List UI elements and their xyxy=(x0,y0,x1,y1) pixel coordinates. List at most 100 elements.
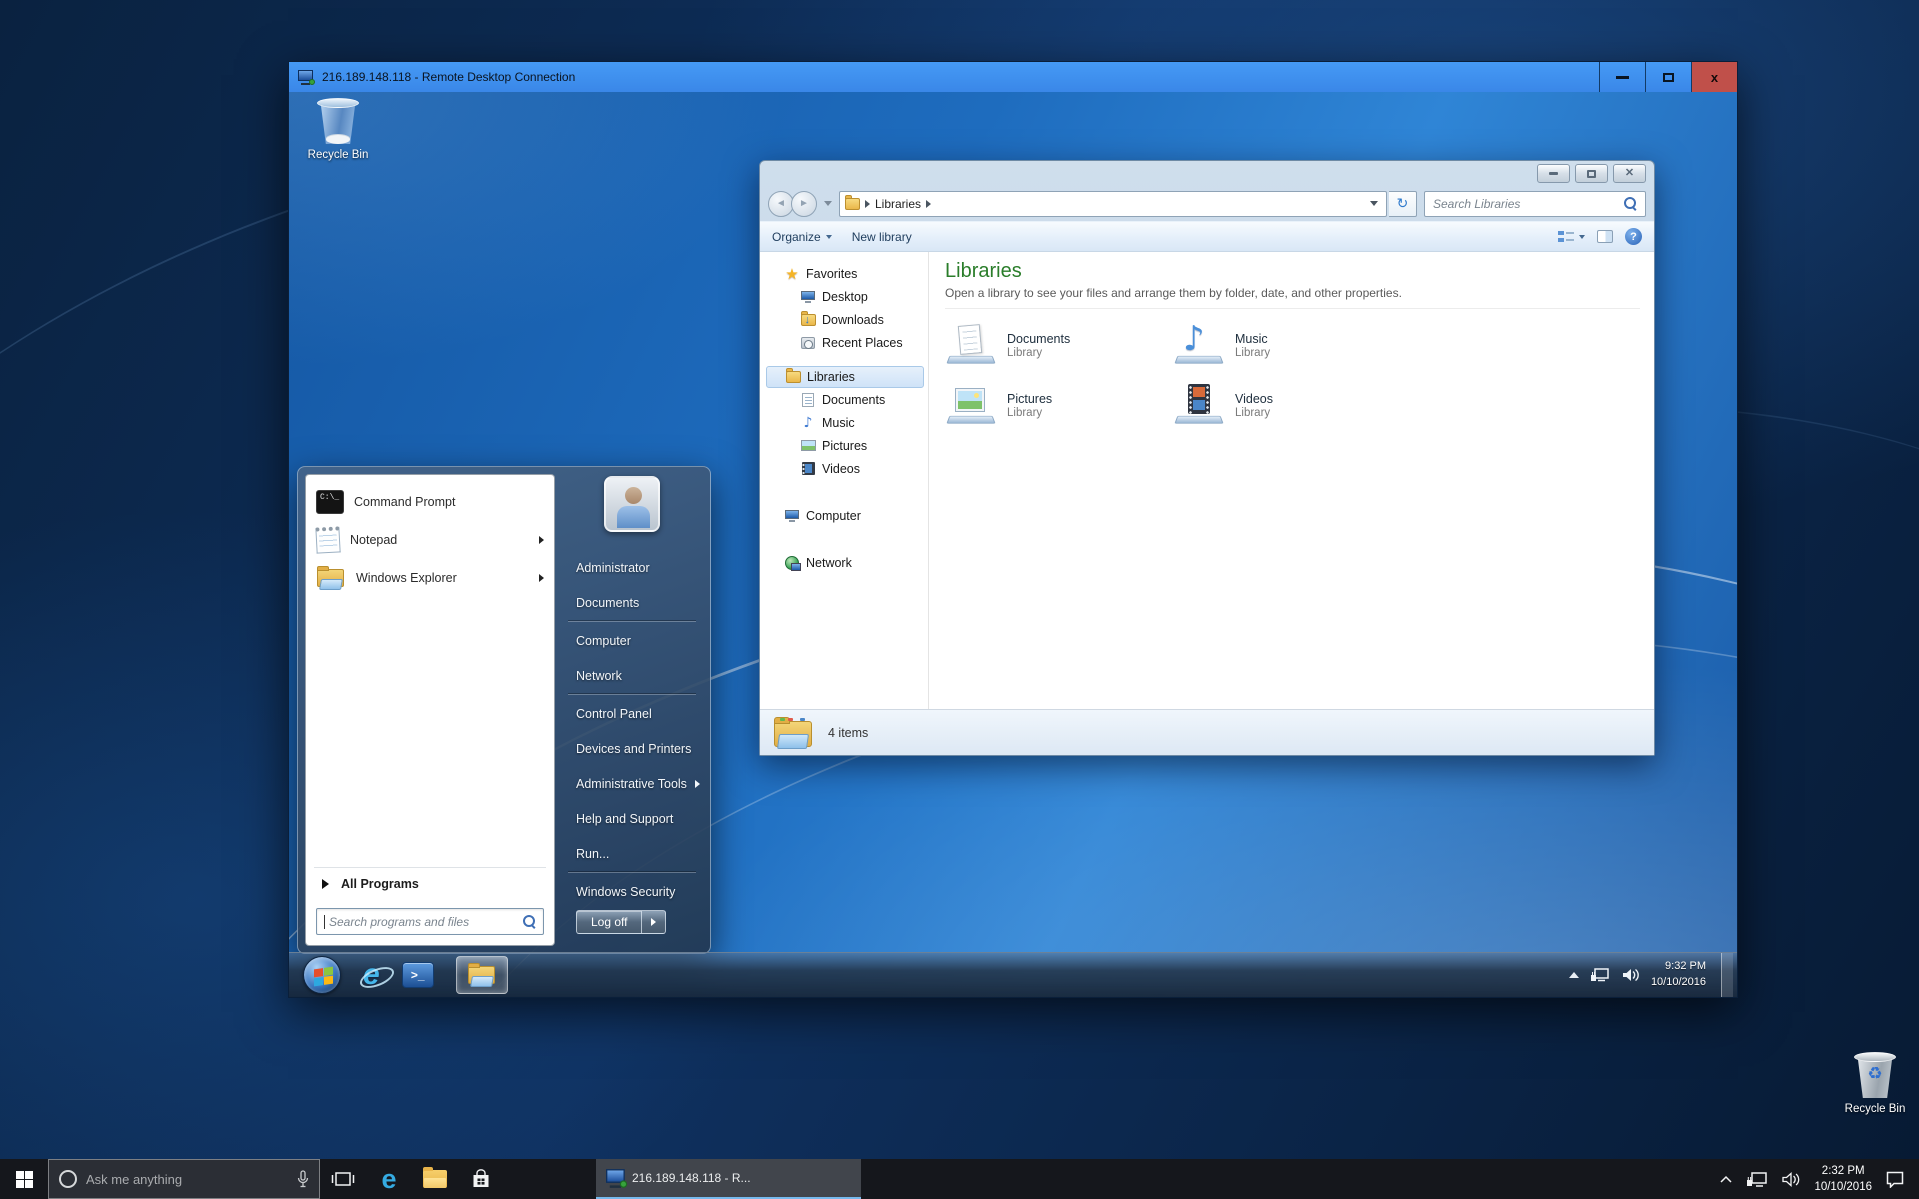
all-programs-arrow-icon xyxy=(322,879,329,889)
show-hidden-icons-button[interactable] xyxy=(1569,972,1579,978)
start-item-windows-explorer[interactable]: Windows Explorer xyxy=(306,559,554,597)
rdp-minimize-button[interactable] xyxy=(1599,62,1645,92)
explorer-minimize-button[interactable] xyxy=(1537,164,1570,183)
explorer-close-button[interactable]: ✕ xyxy=(1613,164,1646,183)
start-item-control-panel[interactable]: Control Panel xyxy=(562,696,702,731)
user-avatar[interactable] xyxy=(604,476,660,532)
organize-menu[interactable]: Organize xyxy=(772,230,832,244)
menu-divider xyxy=(568,872,696,873)
rdp-close-button[interactable]: x xyxy=(1691,62,1737,92)
volume-tray-icon[interactable] xyxy=(1781,1171,1801,1188)
start-item-documents[interactable]: Documents xyxy=(562,585,702,620)
sidebar-item-pictures[interactable]: Pictures xyxy=(766,434,924,457)
item-count: 4 items xyxy=(828,726,868,740)
hidden-icons-chevron[interactable] xyxy=(1719,1175,1733,1184)
start-item-windows-security[interactable]: Windows Security xyxy=(562,874,702,909)
refresh-icon: ↻ xyxy=(1397,197,1409,211)
library-item-music[interactable]: ♪ MusicLibrary xyxy=(1173,323,1401,367)
rdp-titlebar[interactable]: 216.189.148.118 - Remote Desktop Connect… xyxy=(289,62,1737,92)
address-bar[interactable]: Libraries xyxy=(839,191,1387,217)
new-library-button[interactable]: New library xyxy=(852,230,912,244)
rdp-maximize-button[interactable] xyxy=(1645,62,1691,92)
win7-clock[interactable]: 9:32 PM 10/10/2016 xyxy=(1651,959,1710,991)
start-item-administrative-tools[interactable]: Administrative Tools xyxy=(562,766,702,801)
library-item-documents[interactable]: DocumentsLibrary xyxy=(945,323,1173,367)
rdp-window: 216.189.148.118 - Remote Desktop Connect… xyxy=(288,61,1738,998)
rdp-taskbar-button-active[interactable]: 216.189.148.118 - R... xyxy=(596,1159,861,1199)
win10-clock[interactable]: 2:32 PM 10/10/2016 xyxy=(1814,1163,1872,1195)
sidebar-item-favorites[interactable]: ★ Favorites xyxy=(766,262,924,285)
file-explorer-taskbar-button[interactable] xyxy=(412,1159,458,1199)
sidebar-item-videos[interactable]: Videos xyxy=(766,457,924,480)
menu-divider xyxy=(568,694,696,695)
win10-recycle-bin[interactable]: ♻ Recycle Bin xyxy=(1832,1052,1918,1115)
windows-explorer-icon xyxy=(316,566,346,590)
task-view-button[interactable] xyxy=(320,1159,366,1199)
sidebar-item-network[interactable]: Network xyxy=(766,551,924,574)
forward-button[interactable]: ► xyxy=(791,191,817,217)
sidebar-item-recent-places[interactable]: Recent Places xyxy=(766,331,924,354)
preview-pane-button[interactable] xyxy=(1597,230,1613,243)
start-item-run[interactable]: Run... xyxy=(562,836,702,871)
views-icon xyxy=(1558,230,1574,244)
edge-taskbar-button[interactable]: e xyxy=(366,1159,412,1199)
music-note-icon: ♪ xyxy=(800,415,816,431)
sidebar-item-libraries[interactable]: Libraries xyxy=(766,366,924,388)
log-off-options-button[interactable] xyxy=(642,910,666,934)
maximize-icon xyxy=(1663,73,1674,82)
network-globe-icon xyxy=(784,555,800,571)
start-item-network[interactable]: Network xyxy=(562,658,702,693)
network-tray-icon[interactable] xyxy=(1746,1171,1768,1188)
internet-explorer-taskbar-button[interactable]: e xyxy=(363,960,380,990)
libraries-folder-icon xyxy=(785,369,801,385)
sidebar-item-documents[interactable]: Documents xyxy=(766,388,924,411)
start-item-administrator[interactable]: Administrator xyxy=(562,550,702,585)
library-item-pictures[interactable]: PicturesLibrary xyxy=(945,383,1173,427)
start-item-command-prompt[interactable]: C:\_ Command Prompt xyxy=(306,483,554,521)
library-item-videos[interactable]: VideosLibrary xyxy=(1173,383,1401,427)
address-dropdown-icon[interactable] xyxy=(1370,201,1378,206)
store-taskbar-button[interactable] xyxy=(458,1159,504,1199)
log-off-button[interactable]: Log off xyxy=(576,910,642,934)
microphone-icon[interactable] xyxy=(297,1170,309,1188)
recent-pages-dropdown[interactable] xyxy=(824,201,832,206)
show-desktop-button[interactable] xyxy=(1721,953,1733,997)
sidebar-item-music[interactable]: ♪ Music xyxy=(766,411,924,434)
start-item-computer[interactable]: Computer xyxy=(562,623,702,658)
submenu-arrow-icon xyxy=(651,918,656,926)
breadcrumb-arrow-icon[interactable] xyxy=(865,200,870,208)
explorer-sidebar: ★ Favorites Desktop ↓ Downloads xyxy=(760,252,928,709)
explorer-maximize-button[interactable] xyxy=(1575,164,1608,183)
start-item-notepad[interactable]: Notepad xyxy=(306,521,554,559)
powershell-taskbar-button[interactable]: >_ xyxy=(402,962,434,988)
win7-start-button[interactable] xyxy=(303,956,341,994)
text-caret xyxy=(324,915,325,929)
explorer-search-input[interactable]: Search Libraries xyxy=(1424,191,1646,217)
start-item-devices-and-printers[interactable]: Devices and Printers xyxy=(562,731,702,766)
volume-tray-icon[interactable] xyxy=(1621,967,1640,983)
breadcrumb-libraries[interactable]: Libraries xyxy=(875,197,921,211)
network-tray-icon[interactable] xyxy=(1590,967,1610,983)
win10-start-button[interactable] xyxy=(0,1159,48,1199)
explorer-status-bar: 4 items xyxy=(760,709,1654,755)
cortana-search-box[interactable]: Ask me anything xyxy=(48,1159,320,1199)
music-library-icon: ♪ xyxy=(1173,323,1225,367)
downloads-icon: ↓ xyxy=(800,312,816,328)
sidebar-item-downloads[interactable]: ↓ Downloads xyxy=(766,308,924,331)
breadcrumb-arrow-icon[interactable] xyxy=(926,200,931,208)
win7-recycle-bin[interactable]: Recycle Bin xyxy=(295,98,381,161)
help-button[interactable]: ? xyxy=(1625,228,1642,245)
windows-explorer-icon xyxy=(467,963,497,987)
explorer-titlebar[interactable]: ✕ xyxy=(760,161,1654,186)
start-search-input[interactable]: Search programs and files xyxy=(316,908,544,935)
sidebar-item-computer[interactable]: Computer xyxy=(766,504,924,527)
explorer-taskbar-button-active[interactable] xyxy=(456,956,508,994)
libraries-folder-large-icon xyxy=(774,717,814,749)
start-menu-right-panel: Administrator Documents Computer Network… xyxy=(562,474,702,946)
sidebar-item-desktop[interactable]: Desktop xyxy=(766,285,924,308)
refresh-button[interactable]: ↻ xyxy=(1389,191,1417,217)
change-view-button[interactable] xyxy=(1558,230,1585,244)
all-programs-button[interactable]: All Programs xyxy=(314,867,546,899)
action-center-icon[interactable] xyxy=(1885,1170,1905,1188)
start-item-help-and-support[interactable]: Help and Support xyxy=(562,801,702,836)
